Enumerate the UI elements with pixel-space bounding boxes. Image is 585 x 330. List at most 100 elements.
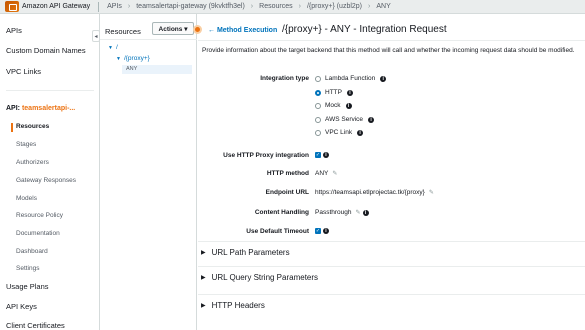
default-timeout-checkbox-group: ✓ i xyxy=(315,227,329,234)
nav-documentation[interactable]: Documentation xyxy=(16,230,60,237)
tree-label: / xyxy=(115,44,118,51)
api-name: teamsalertapi-... xyxy=(21,105,76,112)
radio-aws-service[interactable]: AWS Service i xyxy=(315,116,375,123)
collapse-nav-button[interactable]: ◂ xyxy=(92,30,100,42)
nav-resource-policy[interactable]: Resource Policy xyxy=(16,212,63,219)
content-handling-value: Passthrough ✎ i xyxy=(315,209,369,216)
http-method-label: HTTP method xyxy=(266,170,309,177)
pencil-icon[interactable]: ✎ xyxy=(356,209,361,216)
section-title: URL Query String Parameters xyxy=(211,273,319,282)
http-method-value: ANY ✎ xyxy=(315,170,337,177)
radio-label: AWS Service xyxy=(325,116,364,123)
nav-api-keys[interactable]: API Keys xyxy=(6,302,37,311)
radio-label: VPC Link xyxy=(325,129,353,136)
divider xyxy=(98,1,100,12)
info-icon[interactable]: i xyxy=(346,89,353,96)
info-icon[interactable]: i xyxy=(357,129,364,136)
nav-authorizers[interactable]: Authorizers xyxy=(16,159,49,166)
nav-custom-domain-names[interactable]: Custom Domain Names xyxy=(6,46,86,55)
info-icon[interactable]: i xyxy=(323,228,329,234)
nav-models[interactable]: Models xyxy=(16,195,37,202)
radio-icon xyxy=(315,129,321,136)
radio-icon xyxy=(315,102,321,109)
caret-down-icon: ▼ xyxy=(116,56,121,62)
nav-resources[interactable]: Resources xyxy=(10,123,49,132)
radio-label: Mock xyxy=(325,102,341,109)
actions-dropdown-button[interactable]: Actions ▾ xyxy=(152,22,194,35)
default-timeout-checkbox[interactable]: ✓ xyxy=(315,228,321,234)
caret-down-icon: ▼ xyxy=(108,45,113,51)
section-title: URL Path Parameters xyxy=(211,248,290,257)
integration-request-panel: ← Method Execution /{proxy+} - ANY - Int… xyxy=(198,14,585,330)
left-navigation: APIs Custom Domain Names VPC Links API: … xyxy=(0,14,100,330)
info-icon[interactable]: i xyxy=(345,102,352,109)
section-title: HTTP Headers xyxy=(211,301,265,310)
integration-type-label: Integration type xyxy=(260,75,309,82)
nav-api-label[interactable]: API: teamsalertapi-... xyxy=(6,105,75,112)
method-execution-link[interactable]: ← Method Execution xyxy=(208,27,277,34)
radio-mock[interactable]: Mock i xyxy=(315,102,352,109)
chevron-left-icon: ◂ xyxy=(94,33,98,40)
api-prefix: API: xyxy=(6,105,22,112)
triangle-right-icon: ▶ xyxy=(201,303,206,309)
nav-apis[interactable]: APIs xyxy=(6,26,22,35)
divider xyxy=(198,40,585,41)
section-http-headers[interactable]: ▶ HTTP Headers xyxy=(198,294,585,316)
info-icon[interactable]: i xyxy=(368,116,375,123)
http-proxy-label: Use HTTP Proxy integration xyxy=(223,152,309,159)
default-timeout-label: Use Default Timeout xyxy=(246,228,309,235)
breadcrumb-api[interactable]: teamsalertapi-gateway (9kvktfh3el) xyxy=(136,3,245,10)
divider xyxy=(100,39,197,40)
endpoint-url-value: https://teamsapi.etlprojectac.tk/{proxy}… xyxy=(315,189,434,196)
nav-vpc-links[interactable]: VPC Links xyxy=(6,67,41,76)
breadcrumb-method: ANY xyxy=(376,3,391,10)
radio-vpc-link[interactable]: VPC Link i xyxy=(315,129,364,136)
info-icon[interactable]: i xyxy=(380,75,387,82)
endpoint-url-text: https://teamsapi.etlprojectac.tk/{proxy} xyxy=(315,189,425,196)
info-icon[interactable]: i xyxy=(362,210,369,216)
top-breadcrumb-bar: Amazon API Gateway APIs › teamsalertapi-… xyxy=(0,0,585,14)
resources-panel: Resources Actions ▾ ▼ / ▼/{proxy+} ANY xyxy=(100,14,197,330)
resources-title: Resources xyxy=(105,27,141,36)
breadcrumb-resource[interactable]: /{proxy+} (uzbl2p) xyxy=(307,3,362,10)
chevron-right-icon: › xyxy=(127,3,131,10)
section-url-query-string-parameters[interactable]: ▶ URL Query String Parameters xyxy=(198,266,585,288)
nav-divider xyxy=(6,90,94,91)
endpoint-url-label: Endpoint URL xyxy=(265,189,309,196)
radio-lambda-function[interactable]: Lambda Function i xyxy=(315,75,387,82)
nav-gateway-responses[interactable]: Gateway Responses xyxy=(16,177,76,184)
breadcrumb-apis[interactable]: APIs xyxy=(107,3,122,10)
section-url-path-parameters[interactable]: ▶ URL Path Parameters xyxy=(198,241,585,263)
page-title: /{proxy+} - ANY - Integration Request xyxy=(282,24,447,35)
page-description: Provide information about the target bac… xyxy=(202,47,575,54)
content-handling-label: Content Handling xyxy=(254,209,309,216)
chevron-right-icon: › xyxy=(298,3,301,10)
nav-settings[interactable]: Settings xyxy=(16,265,40,272)
nav-stages[interactable]: Stages xyxy=(16,141,36,148)
pencil-icon[interactable]: ✎ xyxy=(332,170,337,177)
tree-item-root[interactable]: ▼ / xyxy=(108,44,118,51)
chevron-right-icon: › xyxy=(368,3,371,10)
nav-dashboard[interactable]: Dashboard xyxy=(16,248,48,255)
tree-item-any-method[interactable]: ANY xyxy=(122,65,192,74)
radio-label: HTTP xyxy=(325,89,342,96)
http-proxy-checkbox[interactable]: ✓ xyxy=(315,152,321,158)
nav-client-certificates[interactable]: Client Certificates xyxy=(6,321,65,330)
service-name[interactable]: Amazon API Gateway xyxy=(22,3,90,10)
chevron-right-icon: › xyxy=(250,3,254,10)
info-icon[interactable]: i xyxy=(323,152,329,158)
radio-label: Lambda Function xyxy=(325,75,376,82)
nav-usage-plans[interactable]: Usage Plans xyxy=(6,282,49,291)
radio-icon xyxy=(315,116,321,123)
triangle-right-icon: ▶ xyxy=(201,275,206,281)
tree-item-proxy[interactable]: ▼/{proxy+} xyxy=(116,55,150,62)
api-gateway-logo-icon xyxy=(5,1,19,12)
http-method-text: ANY xyxy=(315,170,329,177)
triangle-right-icon: ▶ xyxy=(201,250,206,256)
breadcrumb-resources[interactable]: Resources xyxy=(259,3,292,10)
tree-label: /{proxy+} xyxy=(123,55,150,62)
radio-http[interactable]: HTTP i xyxy=(315,89,353,96)
radio-selected-icon xyxy=(315,89,321,96)
pencil-icon[interactable]: ✎ xyxy=(429,189,434,196)
content-handling-text: Passthrough xyxy=(315,209,352,216)
